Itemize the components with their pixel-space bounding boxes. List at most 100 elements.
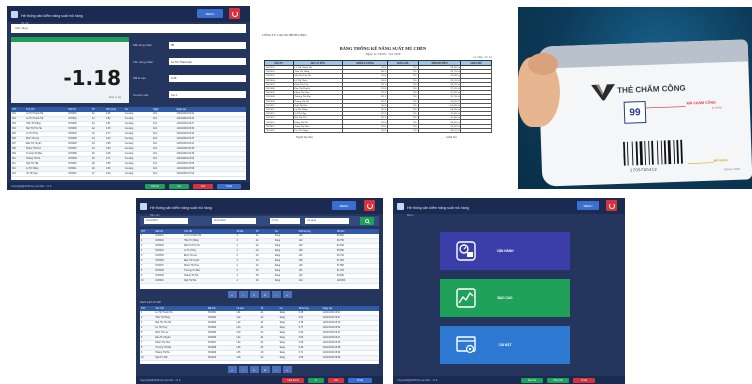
table-cell: 131 <box>298 270 303 272</box>
save-button[interactable]: Lưu <box>169 183 189 189</box>
table-cell: 11/01/2019 06:45 <box>176 148 195 150</box>
table-cell: 0.48 <box>105 153 111 155</box>
menu-tile-settings[interactable]: CÀI ĐẶT <box>440 326 570 364</box>
shift-select[interactable]: Ca sáng <box>305 218 349 224</box>
table-cell: 0.45 <box>298 312 304 314</box>
table-cell: 11/01/2019 06:41 <box>322 337 341 339</box>
pager-button[interactable]: » <box>282 366 292 373</box>
menu-tile-operate[interactable]: VẬN HÀNH <box>440 232 570 270</box>
pager-button[interactable]: › <box>271 366 281 373</box>
weight-value: -1.18 <box>63 66 121 90</box>
table-cell: 3 <box>236 270 238 272</box>
menu-button[interactable]: MENU <box>577 201 599 210</box>
barcode-label: MÃ VẠCH <box>713 158 728 163</box>
table-cell: A4 <box>255 260 259 262</box>
table-cell: 11/1 <box>152 153 158 155</box>
form-field[interactable]: 0.26 <box>169 74 246 82</box>
search-button[interactable] <box>360 217 374 225</box>
table-row[interactable]: 013 Vũ Thị Nga NV0012 A7 0.49 Ca sáng 11/1 11/0… <box>11 172 246 177</box>
backup-button[interactable]: Sao lưu <box>521 377 543 383</box>
table-row[interactable]: 10 NV0010 Ngô Thị Hải 4 A6 Sáng 144 100,800 <box>140 279 379 284</box>
exit-button[interactable]: Thoát <box>573 377 595 383</box>
table-cell: 700 <box>387 127 419 134</box>
date-to-field[interactable]: 11/11/2019 <box>212 218 256 224</box>
exit-button[interactable]: Thoát <box>348 377 372 383</box>
restore-button[interactable]: Phục hồi <box>547 377 569 383</box>
pager-button[interactable]: › <box>271 291 281 298</box>
search-input[interactable]: Vân cảng <box>11 24 246 33</box>
table-cell: 97,300 <box>336 260 344 262</box>
table-cell: 1 <box>141 235 143 237</box>
export-excel-button[interactable]: Xuất Excel <box>282 377 304 383</box>
pager-button[interactable]: ‹ <box>238 291 248 298</box>
table-cell: 128 <box>298 235 303 237</box>
table-cell: NV0006 <box>207 337 217 339</box>
pager-button[interactable]: « <box>227 366 237 373</box>
print-button[interactable]: In <box>308 377 324 383</box>
table-cell: Sáng <box>274 275 281 277</box>
pager-button[interactable]: « <box>227 291 237 298</box>
power-icon[interactable] <box>364 200 375 211</box>
table-cell: 11/01/2019 06:34 <box>176 133 195 135</box>
form-field[interactable]: 08 <box>169 41 246 49</box>
weighing-table: STT Tên CN Mã CN Tổ Số lượng Ca Ngày Ngày tạo 00… <box>11 107 246 180</box>
pager-button[interactable]: » <box>282 291 292 298</box>
table-cell: 2 <box>236 265 238 267</box>
company-name: CÔNG TY CAO SU BÌNH LONG <box>262 33 307 37</box>
form-row: Mã công nhân 08 <box>133 37 246 54</box>
reweigh-button[interactable]: Cân lại <box>145 183 165 189</box>
table-cell: 11/01/2019 06:37 <box>176 138 195 140</box>
pager-button[interactable]: ‹ <box>238 366 248 373</box>
table-cell: 0.40 <box>298 332 304 334</box>
table-cell: 0.71 <box>105 158 111 160</box>
pager-button[interactable]: 2 <box>260 366 270 373</box>
table-cell: 11/1 <box>152 133 158 135</box>
app-logo-icon <box>140 202 147 210</box>
table-cell: 11/1 <box>152 158 158 160</box>
pager-button[interactable]: 2 <box>260 291 270 298</box>
table-cell: 3 <box>141 245 143 247</box>
table-cell: Sáng <box>274 270 281 272</box>
menu-button[interactable]: MENU <box>332 201 356 210</box>
table-cell: 11/1 <box>152 113 158 115</box>
table-cell: Lê Thị Thủy <box>26 133 39 135</box>
table-cell: NV0006 <box>155 260 164 262</box>
form-row: Mã lô cạo 0.26 <box>133 70 246 87</box>
table-cell: Lê Thị Thanh Hà <box>155 312 173 314</box>
menu-button[interactable]: MENU <box>197 9 223 18</box>
power-icon[interactable] <box>229 8 240 19</box>
delete-button[interactable]: Xóa <box>193 183 213 189</box>
table-cell: NV0001 <box>155 235 164 237</box>
table-cell: Ca sáng <box>124 173 134 175</box>
pager-button[interactable]: 1 <box>249 291 259 298</box>
table-cell: Đào Thị Huyền <box>26 143 42 145</box>
table-cell: 9 <box>141 275 143 277</box>
table-row[interactable]: 10 Ngô Thị Hải NV0010 L06 A6 Sáng 0.55 11/01/20… <box>140 356 379 361</box>
table-cell: NV0008 <box>207 347 217 349</box>
delete-button[interactable]: Xóa <box>328 377 344 383</box>
menu-tile-report[interactable]: BÁO CÁO <box>440 279 570 317</box>
table-cell: NV0009 <box>155 275 164 277</box>
table-cell: Ca sáng <box>124 128 134 130</box>
table-cell: 6 <box>141 337 143 339</box>
table-cell: Ca sáng <box>124 158 134 160</box>
power-icon[interactable] <box>606 200 617 211</box>
form-field[interactable]: Lê Thị Thanh Hà <box>169 58 246 66</box>
table-cell: L03 <box>236 332 241 334</box>
table-cell: Phạm Thị Hoa <box>155 342 170 344</box>
table-cell: 82,600 <box>336 245 344 247</box>
table-cell: 4 <box>236 250 238 252</box>
pager-button[interactable]: 1 <box>249 366 259 373</box>
exit-button[interactable]: Thoát <box>217 183 241 189</box>
table-cell: NV0010 <box>68 163 77 165</box>
table-cell: NV0003 <box>207 322 217 324</box>
table-cell: 006 <box>12 138 16 140</box>
form-field[interactable]: Ca 1 <box>169 91 246 99</box>
report-table: MÃ NV HỌ VÀ TÊN KHỐI LƯỢNG ĐƠN GIÁ THÀNH TIỀ… <box>264 60 492 134</box>
table-cell: A6 <box>255 280 259 282</box>
table-cell: NV0004 <box>68 133 77 135</box>
date-from-field[interactable]: 01/11/2019 <box>144 218 188 224</box>
detail-section-label: Danh sách chi tiết <box>140 301 161 304</box>
team-select[interactable]: Tổ A1 <box>270 218 300 224</box>
table-cell: Ca sáng <box>124 143 134 145</box>
